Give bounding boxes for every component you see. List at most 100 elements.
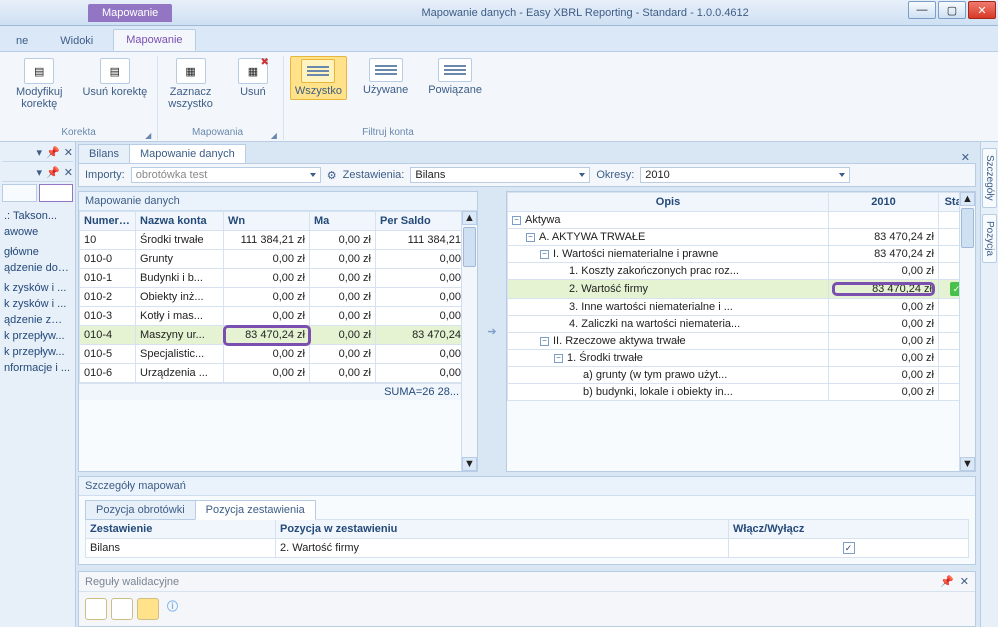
quick-access-tab: Mapowanie — [88, 4, 172, 22]
ribbon-delete[interactable]: ▦✖ Usuń — [229, 56, 277, 100]
tree-row[interactable]: 1. Koszty zakończonych prac roz...0,00 z… — [508, 263, 975, 280]
settings-icon[interactable]: ⚙ — [327, 169, 337, 182]
account-row[interactable]: 010-4Maszyny ur...83 470,24 zł0,00 zł83 … — [80, 326, 477, 345]
expand-icon[interactable]: − — [540, 250, 549, 259]
left-dock: ▾ 📌 ✕ ▾ 📌 ✕ .: Takson...awowegłówneądzen… — [0, 142, 76, 627]
expand-icon[interactable]: − — [554, 354, 563, 363]
importy-combo[interactable]: obrotówka test — [131, 167, 321, 183]
left-list-item[interactable]: k zysków i ... — [2, 296, 73, 312]
validation-pin-icon[interactable]: 📌 — [940, 575, 954, 588]
info-icon[interactable]: ⓘ — [163, 598, 178, 620]
expand-icon[interactable]: − — [526, 233, 535, 242]
tree-row[interactable]: a) grunty (w tym prawo użyt...0,00 zł — [508, 367, 975, 384]
dock-pin-icon[interactable]: 📌 — [46, 146, 60, 159]
account-row[interactable]: 010-3Kotły i mas...0,00 zł0,00 zł0,00 zł — [80, 307, 477, 326]
left-list-item[interactable]: k przepływ... — [2, 328, 73, 344]
close-button[interactable]: ✕ — [968, 1, 996, 19]
minimize-button[interactable]: — — [908, 1, 936, 19]
dock-close-icon[interactable]: ✕ — [64, 146, 73, 159]
validation-btn-3[interactable] — [137, 598, 159, 620]
expand-icon[interactable]: − — [540, 337, 549, 346]
accounts-table[interactable]: Numer k... Nazwa konta Wn Ma Per Saldo 1… — [79, 211, 477, 383]
importy-label: Importy: — [85, 169, 125, 181]
mapping-toolbar: Importy: obrotówka test ⚙ Zestawienia: B… — [78, 163, 976, 187]
dock-view-list[interactable] — [2, 184, 37, 202]
left-list-item[interactable]: nformacje i ... — [2, 360, 73, 376]
left-list-item[interactable]: k zysków i ... — [2, 280, 73, 296]
filter-linked-icon — [438, 58, 472, 82]
tree-row[interactable]: −Aktywa — [508, 212, 975, 229]
ribbon-group1-launcher[interactable]: ◢ — [145, 131, 151, 140]
left-list-item[interactable]: awowe — [2, 224, 73, 240]
account-row[interactable]: 010-5Specjalistic...0,00 zł0,00 zł0,00 z… — [80, 345, 477, 364]
zestawienia-combo[interactable]: Bilans — [410, 167, 590, 183]
accounts-scrollbar[interactable]: ▲ ▼ — [461, 211, 477, 471]
details-title: Szczegóły mapowań — [79, 477, 975, 496]
dock-view-grid[interactable] — [39, 184, 74, 202]
ribbon-group3-label: Filtruj konta — [290, 125, 486, 140]
maximize-button[interactable]: ▢ — [938, 1, 966, 19]
title-bar: Mapowanie Mapowanie danych - Easy XBRL R… — [0, 0, 998, 26]
tree-row[interactable]: 4. Zaliczki na wartości niemateria...0,0… — [508, 316, 975, 333]
map-arrow-icon[interactable]: ➔ — [482, 191, 502, 472]
validation-btn-1[interactable] — [85, 598, 107, 620]
dock-tab-pozycja[interactable]: Pozycja — [982, 214, 997, 263]
ribbon-delete-correction[interactable]: ▤ Usuń korektę — [78, 56, 151, 100]
okresy-combo[interactable]: 2010 — [640, 167, 850, 183]
mapping-details-panel: Szczegóły mapowań Pozycja obrotówki Pozy… — [78, 476, 976, 566]
ribbon-filter-all[interactable]: Wszystko — [290, 56, 347, 100]
tab-bilans[interactable]: Bilans — [78, 144, 130, 164]
left-list-item[interactable]: główne — [2, 244, 73, 260]
dock-pin2-icon[interactable]: 📌 — [46, 166, 60, 179]
ribbon-filter-linked[interactable]: Powiązane — [424, 56, 486, 98]
left-list-item[interactable]: k przepływ... — [2, 344, 73, 360]
account-row[interactable]: 010-2Obiekty inż...0,00 zł0,00 zł0,00 zł — [80, 288, 477, 307]
accounts-panel: Mapowanie danych Numer k... Nazwa konta … — [78, 191, 478, 472]
tab-mapowanie-danych[interactable]: Mapowanie danych — [129, 144, 246, 164]
ribbon-filter-used[interactable]: Używane — [359, 56, 412, 98]
account-row[interactable]: 010-1Budynki i b...0,00 zł0,00 zł0,00 zł — [80, 269, 477, 288]
dock-menu2-icon[interactable]: ▾ — [37, 166, 43, 179]
tab-pozycja-zestawienia[interactable]: Pozycja zestawienia — [195, 500, 316, 520]
account-row[interactable]: 10Środki trwałe111 384,21 zł0,00 zł111 3… — [80, 231, 477, 250]
tab-pozycja-obrotowki[interactable]: Pozycja obrotówki — [85, 500, 196, 520]
tree-row[interactable]: −A. AKTYWA TRWAŁE83 470,24 zł — [508, 229, 975, 246]
okresy-label: Okresy: — [596, 169, 634, 181]
account-row[interactable]: 010-6Urządzenia ...0,00 zł0,00 zł0,00 zł — [80, 364, 477, 383]
tree-row[interactable]: −II. Rzeczowe aktywa trwałe0,00 zł — [508, 333, 975, 350]
left-list-item[interactable]: .: Takson... — [2, 208, 73, 224]
dock-menu-icon[interactable]: ▾ — [37, 146, 43, 159]
validation-btn-2[interactable] — [111, 598, 133, 620]
left-list-item[interactable]: ądzenie zmian i... — [2, 312, 73, 328]
menu-tab-mapowanie[interactable]: Mapowanie — [113, 29, 195, 51]
menu-tab-widoki[interactable]: Widoki — [48, 31, 105, 51]
tree-row[interactable]: b) budynki, lokale i obiekty in...0,00 z… — [508, 384, 975, 401]
zestawienia-label: Zestawienia: — [343, 169, 405, 181]
ribbon-select-all[interactable]: ▦ Zaznacz wszystko — [164, 56, 217, 112]
ribbon-group2-label: Mapowania — [164, 125, 270, 140]
expand-icon[interactable]: − — [512, 216, 521, 225]
left-report-list[interactable]: .: Takson...awowe główneądzenie do s... k … — [2, 208, 73, 376]
account-row[interactable]: 010-0Grunty0,00 zł0,00 zł0,00 zł — [80, 250, 477, 269]
dock-tab-szczegoly[interactable]: Szczegóły — [982, 148, 997, 208]
menu-tab-0[interactable]: ne — [4, 31, 40, 51]
tree-row[interactable]: −I. Wartości niematerialne i prawne83 47… — [508, 246, 975, 263]
details-row[interactable]: Bilans 2. Wartość firmy ✓ — [86, 538, 969, 558]
validation-close-icon[interactable]: ✕ — [960, 575, 969, 588]
grid-delete-icon: ▤ — [100, 58, 130, 84]
dock-close2-icon[interactable]: ✕ — [64, 166, 73, 179]
ribbon-modify-correction[interactable]: ▤ Modyfikuj korektę — [12, 56, 66, 112]
filter-all-icon — [301, 59, 335, 83]
tree-scrollbar[interactable]: ▲ ▼ — [959, 192, 975, 471]
report-tree[interactable]: Opis 2010 Stan −Aktywa−A. AKTYWA TRWAŁE8… — [507, 192, 975, 401]
details-table[interactable]: Zestawienie Pozycja w zestawieniu Włącz/… — [85, 519, 969, 559]
delete-icon: ▦✖ — [238, 58, 268, 84]
left-list-item[interactable]: ądzenie do s... — [2, 260, 73, 276]
tree-row[interactable]: 3. Inne wartości niematerialne i ...0,00… — [508, 299, 975, 316]
enable-checkbox[interactable]: ✓ — [843, 542, 855, 554]
right-dock: Szczegóły Pozycja — [980, 142, 998, 627]
filter-used-icon — [369, 58, 403, 82]
ribbon-group2-launcher[interactable]: ◢ — [271, 131, 277, 140]
tree-row[interactable]: 2. Wartość firmy83 470,24 zł✓ — [508, 280, 975, 299]
tree-row[interactable]: −1. Środki trwałe0,00 zł — [508, 350, 975, 367]
